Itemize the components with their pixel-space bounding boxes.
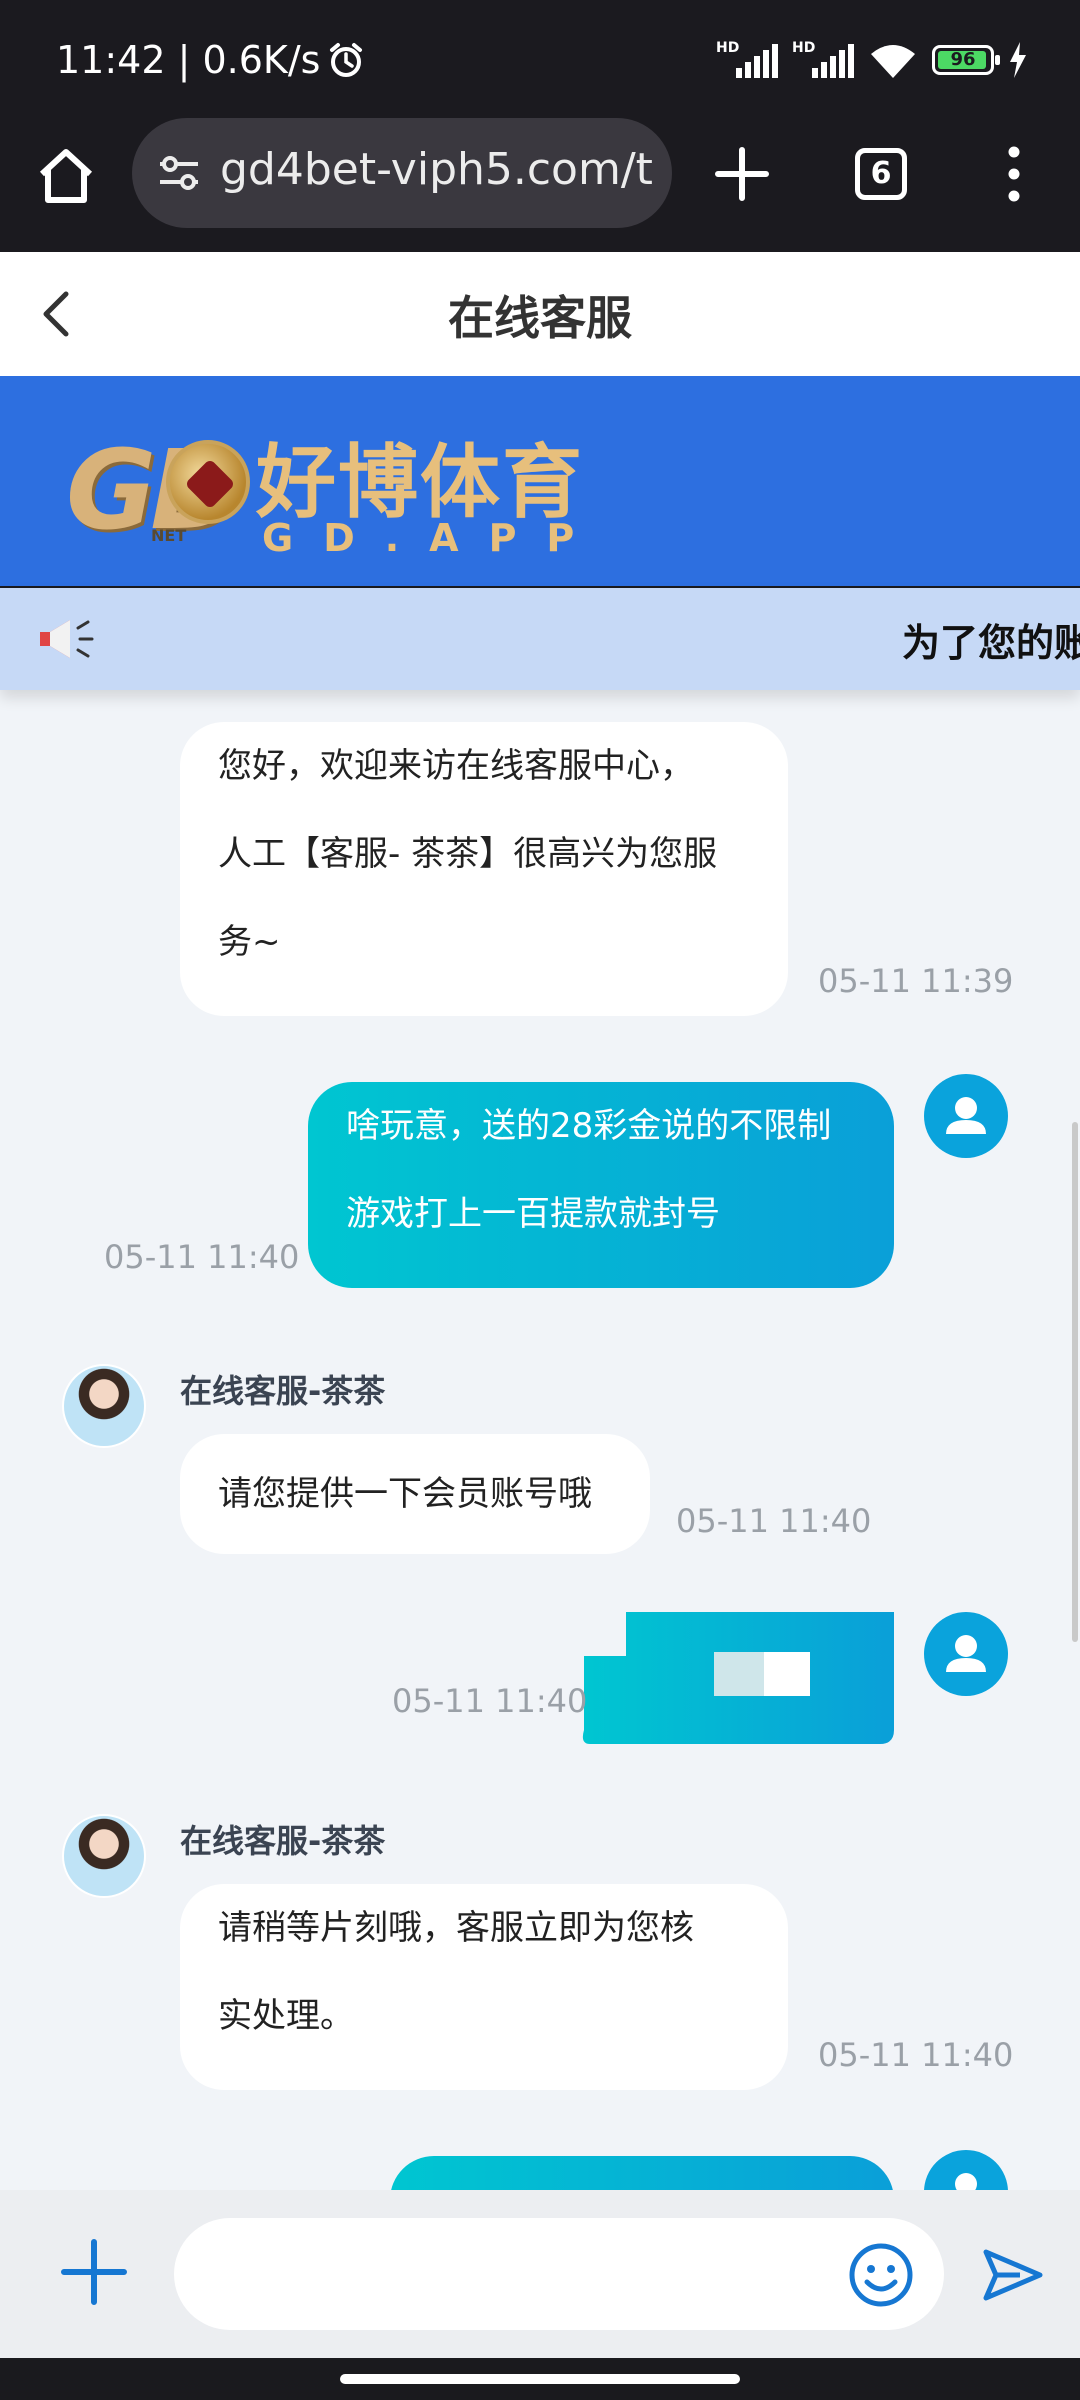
agent-message-bubble[interactable]: 您好，欢迎来访在线客服中心， 人工【客服- 茶茶】很高兴为您服 务~ [180,722,788,1016]
status-right: HD HD 96 [716,40,1028,80]
message-line: 实处理。 [218,1996,354,2036]
notice-bar: 为了您的账 [0,588,1080,690]
user-icon [946,1097,986,1134]
status-left: 11:42 | 0.6K/s [56,38,366,82]
tab-switcher-button[interactable]: 6 [855,148,907,200]
url-text[interactable]: gd4bet-viph5.com/t [220,144,660,195]
agent-message-bubble[interactable]: 请您提供一下会员账号哦 [180,1434,650,1554]
user-avatar [924,2150,1008,2190]
football-icon [166,440,250,524]
alarm-icon [330,43,363,77]
plus-icon[interactable] [58,2236,130,2308]
message-line: 啥玩意，送的28彩金说的不限制 [346,1106,832,1146]
status-bar: 11:42 | 0.6K/s HD HD 96 [0,0,1080,118]
home-gesture-handle[interactable] [340,2374,740,2384]
user-message-bubble-partial[interactable] [390,2156,894,2190]
system-nav-bar [0,2358,1080,2400]
message-timestamp: 05-11 11:40 [104,1238,300,1276]
user-avatar [924,1074,1008,1158]
brand-logo: GD NET 好博体育 GD.APP [66,406,586,566]
user-avatar [924,1612,1008,1696]
agent-avatar [62,1364,146,1448]
message-line: 您好，欢迎来访在线客服中心， [218,746,694,786]
battery-icon: 96 [932,45,1000,75]
agent-avatar [62,1814,146,1898]
message-timestamp: 05-11 11:40 [676,1502,872,1540]
user-message-redacted[interactable] [580,1612,894,1744]
signal-icon: HD [716,40,778,80]
agent-message-bubble[interactable]: 请稍等片刻哦，客服立即为您核 实处理。 [180,1884,788,2090]
charging-icon [1010,42,1026,78]
page-title: 在线客服 [448,291,632,345]
time-and-speed: 11:42 | 0.6K/s [56,38,321,82]
browser-toolbar: gd4bet-viph5.com/t 6 [0,118,1080,252]
send-icon[interactable] [980,2242,1046,2308]
agent-name: 在线客服-茶茶 [180,1822,386,1860]
brand-banner: GD NET 好博体育 GD.APP [0,376,1080,586]
message-line: 务~ [218,922,281,962]
address-bar[interactable]: gd4bet-viph5.com/t [132,118,672,228]
message-line: 请稍等片刻哦，客服立即为您核 [218,1908,694,1948]
message-timestamp: 05-11 11:39 [818,962,1014,1000]
chat-area[interactable]: 您好，欢迎来访在线客服中心， 人工【客服- 茶茶】很高兴为您服 务~ 05-11… [0,690,1080,2190]
chat-scrollbar[interactable] [1072,1122,1078,1642]
battery-level: 96 [950,49,976,70]
user-icon [946,1635,986,1672]
megaphone-icon [40,620,94,658]
more-menu-icon[interactable] [996,144,1032,204]
new-tab-icon[interactable] [712,144,772,204]
notice-text: 为了您的账 [902,621,1080,665]
message-input[interactable] [174,2218,944,2330]
message-composer [0,2190,1080,2358]
message-line: 人工【客服- 茶茶】很高兴为您服 [218,834,718,874]
message-line: 游戏打上一百提款就封号 [346,1194,720,1234]
home-icon[interactable] [34,144,98,208]
emoji-icon[interactable] [848,2242,914,2308]
logo-domain: GD.APP [262,516,605,560]
wifi-icon [871,45,915,78]
agent-name: 在线客服-茶茶 [180,1372,386,1410]
message-line: 请您提供一下会员账号哦 [218,1474,592,1514]
redacted-content [582,1612,894,1744]
page-header: 在线客服 [0,252,1080,376]
message-timestamp: 05-11 11:40 [392,1682,588,1720]
signal-icon-2: HD [792,40,854,80]
user-icon [955,2173,977,2190]
site-settings-icon[interactable] [154,148,204,198]
message-timestamp: 05-11 11:40 [818,2036,1014,2074]
logo-net: NET [151,526,187,545]
user-message-bubble[interactable]: 啥玩意，送的28彩金说的不限制 游戏打上一百提款就封号 [308,1082,894,1288]
